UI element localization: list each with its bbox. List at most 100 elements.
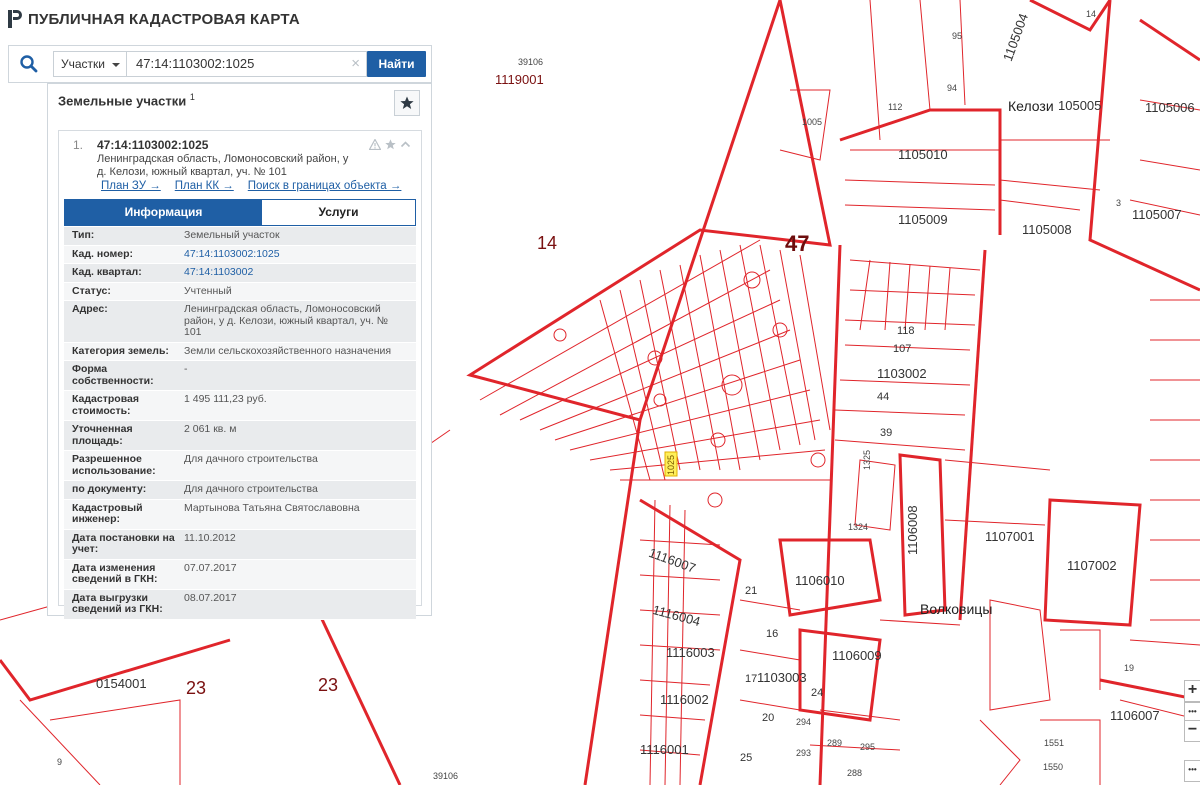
property-key: Разрешенное использование: — [72, 453, 156, 477]
map-label: 1105007 — [1132, 207, 1182, 222]
map-label: 14 — [537, 233, 558, 253]
map-label: 1106009 — [832, 648, 882, 663]
map-label: 19 — [1124, 663, 1135, 673]
map-label: 1551 — [1044, 738, 1065, 748]
map-label: 294 — [796, 717, 812, 727]
selected-parcel-label: 1025 — [666, 454, 676, 475]
map-label: 118 — [897, 325, 915, 337]
map-label: 1106010 — [795, 573, 845, 588]
result-cadastral-number[interactable]: 47:14:1103002:1025 — [97, 138, 208, 152]
cadastral-quarter-link[interactable]: 47:14:1103002 — [180, 264, 416, 282]
map-label: 288 — [847, 768, 863, 778]
property-row: Кад. квартал: 47:14:1103002 — [64, 264, 416, 283]
find-button[interactable]: Найти — [367, 51, 426, 77]
property-key: Дата изменения сведений в ГКН: — [72, 561, 158, 585]
map-label: 1105006 — [1145, 100, 1195, 115]
plan-kk-link[interactable]: План КК → — [175, 180, 234, 192]
favorites-button[interactable] — [394, 90, 420, 116]
clear-search-icon[interactable]: × — [351, 52, 360, 76]
property-row: Разрешенное использование: Для дачного ст… — [64, 451, 416, 481]
map-label: 23 — [318, 675, 339, 695]
result-tabs: Информация Услуги — [64, 199, 416, 226]
properties-table: Тип: Земельный участок Кад. номер: 47:14:1… — [64, 227, 416, 620]
result-index: 1. — [73, 138, 84, 152]
pkk-logo-icon — [8, 10, 22, 28]
map-label: 1103003 — [757, 670, 807, 685]
property-value: - — [184, 363, 188, 375]
map-label: 105005 — [1058, 98, 1102, 113]
map-label: 39 — [880, 427, 893, 439]
chevron-down-icon — [112, 63, 120, 67]
search-input[interactable]: 47:14:1103002:1025 × — [127, 51, 367, 77]
search-icon[interactable] — [19, 54, 39, 74]
map-label: 14 — [1086, 9, 1097, 19]
search-type-select[interactable]: Участки — [53, 51, 127, 77]
map-label: 3 — [1116, 198, 1122, 208]
map-label: Келози — [1008, 98, 1054, 114]
map-label: 0154001 — [96, 676, 147, 691]
tab-services[interactable]: Услуги — [262, 200, 415, 225]
property-row: Дата выгрузки сведений из ГКН: 08.07.2017 — [64, 589, 416, 620]
property-row: Кадастровая стоимость: 1 495 111,23 руб. — [64, 391, 416, 421]
property-row: Форма собственности: - — [64, 361, 416, 391]
cadastral-number-link[interactable]: 47:14:1103002:1025 — [180, 246, 416, 264]
map-label: 9 — [57, 757, 63, 767]
map-label: 1119001 — [495, 72, 544, 87]
search-type-value: Участки — [61, 57, 105, 71]
map-label: 39106 — [518, 57, 544, 67]
zoom-in-button[interactable]: + — [1184, 680, 1200, 702]
search-in-bounds-link[interactable]: Поиск в границах объекта → — [248, 180, 402, 192]
results-count: 1 — [189, 92, 195, 102]
zoom-out-button[interactable]: − — [1184, 720, 1200, 742]
map-label: 1005 — [802, 117, 823, 127]
star-outline-icon[interactable] — [385, 139, 396, 150]
map-label: 1105010 — [898, 147, 948, 162]
map-tools-icon[interactable]: ••• — [1184, 760, 1200, 782]
result-links: План ЗУ → План КК → Поиск в границах объ… — [101, 180, 401, 192]
property-key: Тип: — [72, 229, 95, 241]
property-key: по документу: — [72, 483, 147, 495]
property-key: Дата выгрузки сведений из ГКН: — [72, 591, 163, 615]
property-key: Кадастровая стоимость: — [72, 393, 139, 417]
search-bar: Участки 47:14:1103002:1025 × Найти — [8, 45, 432, 83]
map-label: 1116002 — [660, 692, 709, 707]
property-row: Тип: Земельный участок — [64, 227, 416, 246]
map-label: 17 — [745, 673, 758, 685]
tab-information[interactable]: Информация — [65, 200, 262, 225]
map-label: 1106008 — [905, 505, 920, 555]
property-value: Земельный участок — [184, 229, 280, 241]
app-header: ПУБЛИЧНАЯ КАДАСТРОВАЯ КАРТА — [8, 10, 300, 28]
property-value: 1 495 111,23 руб. — [184, 393, 267, 405]
panel-title: Земельные участки 1 — [58, 92, 195, 108]
map-label: 289 — [827, 738, 843, 748]
map-label: 295 — [860, 742, 876, 752]
map-label: 16 — [766, 628, 779, 640]
map-label: 1325 — [862, 449, 872, 470]
map-label: 293 — [796, 748, 812, 758]
map-label: 94 — [947, 83, 958, 93]
property-value: Мартынова Татьяна Святославовна — [184, 501, 360, 514]
map-label: 24 — [811, 687, 824, 699]
chevron-up-icon[interactable] — [400, 139, 411, 150]
property-key: Дата постановки на учет: — [72, 531, 175, 555]
property-value: Учтенный — [184, 284, 232, 297]
map-label: 44 — [877, 391, 890, 403]
property-value: 08.07.2017 — [184, 591, 237, 604]
property-value: Земли сельскохозяйственного назначения — [184, 344, 392, 357]
property-value: Для дачного строительства — [184, 483, 318, 495]
map-label: 1116003 — [666, 645, 715, 660]
property-key: Категория земель: — [72, 344, 169, 357]
warning-icon[interactable] — [369, 139, 381, 150]
property-row: Кад. номер: 47:14:1103002:1025 — [64, 245, 416, 264]
map-label: 1116001 — [640, 742, 689, 757]
property-value: Ленинградская область, Ломоносовский рай… — [184, 303, 388, 338]
plan-zu-link[interactable]: План ЗУ → — [101, 180, 161, 192]
property-row: Статус: Учтенный — [64, 282, 416, 301]
property-row: Дата изменения сведений в ГКН: 07.07.2017 — [64, 559, 416, 590]
card-actions — [369, 139, 411, 150]
map-label: 1106007 — [1110, 708, 1160, 723]
map-label: 20 — [762, 712, 775, 724]
property-row: Адрес: Ленинградская область, Ломоносовск… — [64, 301, 416, 343]
result-address: Ленинградская область, Ломоносовский рай… — [97, 153, 349, 178]
star-icon — [400, 96, 414, 109]
